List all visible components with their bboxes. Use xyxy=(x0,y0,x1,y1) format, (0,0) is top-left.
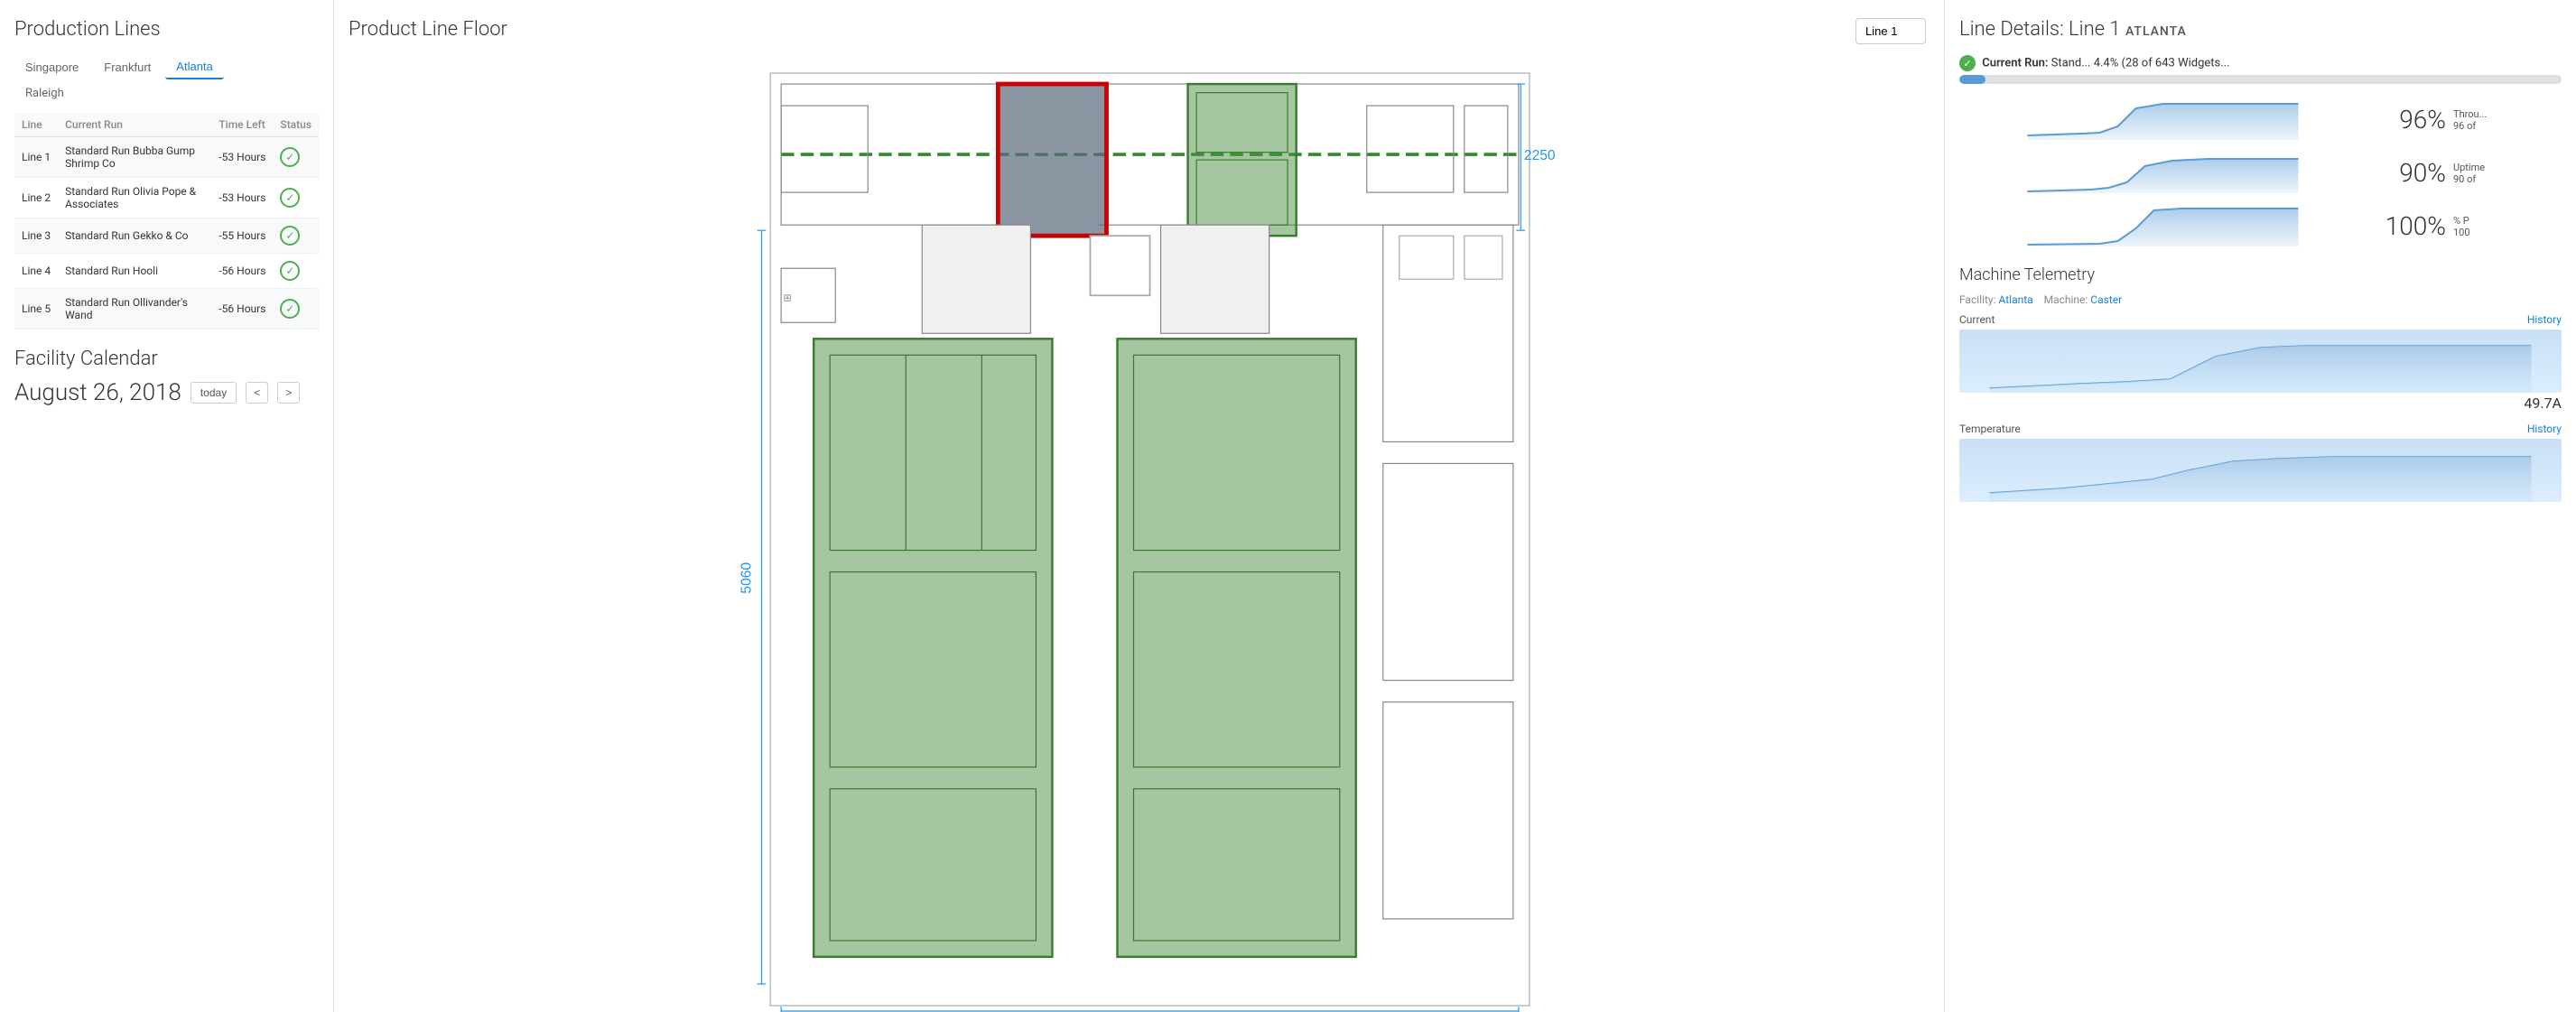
telemetry-current: Current History 49.7A xyxy=(1959,313,2562,412)
tab-frankfurt[interactable]: Frankfurt xyxy=(93,56,162,79)
facility-calendar-title: Facility Calendar xyxy=(14,348,319,370)
cell-line: Line 1 xyxy=(14,137,58,178)
cell-time: -53 Hours xyxy=(211,178,273,218)
current-run-section: ✓ Current Run: Stand... 4.4% (28 of 643 … xyxy=(1959,55,2562,84)
metric-throughput: 96% Throu... 96 of xyxy=(1959,95,2562,144)
cell-run: Standard Run Gekko & Co xyxy=(58,218,211,254)
metrics-section: 96% Throu... 96 of xyxy=(1959,95,2562,251)
telemetry-current-label: Current xyxy=(1959,313,1995,326)
table-row[interactable]: Line 4 Standard Run Hooli -56 Hours ✓ xyxy=(14,254,319,289)
status-check-icon: ✓ xyxy=(280,299,300,319)
status-check-icon: ✓ xyxy=(280,261,300,281)
cell-status: ✓ xyxy=(273,254,319,289)
tab-atlanta[interactable]: Atlanta xyxy=(165,55,223,79)
telemetry-temperature: Temperature History xyxy=(1959,422,2562,502)
temperature-chart-area xyxy=(1959,439,2562,502)
current-run-label: ✓ Current Run: Stand... 4.4% (28 of 643 … xyxy=(1959,55,2562,71)
tab-singapore[interactable]: Singapore xyxy=(14,56,89,79)
cell-time: -53 Hours xyxy=(211,137,273,178)
right-panel: Line Details: Line 1 ATLANTA ✓ Current R… xyxy=(1944,0,2576,1012)
production-lines-title: Production Lines xyxy=(14,18,319,41)
metric-uptime: 90% Uptime 90 of xyxy=(1959,148,2562,198)
telemetry-temp-label: Temperature xyxy=(1959,422,2021,435)
progress-bar-inner xyxy=(1959,75,1985,84)
svg-text:2250: 2250 xyxy=(1524,148,1556,163)
factory-floor-svg: 2250 5060 5420 xyxy=(349,51,1930,1012)
table-row[interactable]: Line 3 Standard Run Gekko & Co -55 Hours… xyxy=(14,218,319,254)
telemetry-subtitle: Facility: Atlanta Machine: Caster xyxy=(1959,293,2562,306)
cell-line: Line 3 xyxy=(14,218,58,254)
svg-text:5060: 5060 xyxy=(739,562,755,594)
uptime-value: 90% xyxy=(2374,158,2446,188)
percent-p-chart xyxy=(1959,201,2367,251)
cell-run: Standard Run Bubba Gump Shrimp Co xyxy=(58,137,211,178)
today-button[interactable]: today xyxy=(191,382,237,404)
tab-raleigh[interactable]: Raleigh xyxy=(14,83,319,104)
cell-line: Line 5 xyxy=(14,289,58,330)
cell-status: ✓ xyxy=(273,218,319,254)
machine-value[interactable]: Caster xyxy=(2090,293,2122,306)
cell-line: Line 2 xyxy=(14,178,58,218)
cell-time: -55 Hours xyxy=(211,218,273,254)
next-button[interactable]: > xyxy=(277,382,300,404)
table-row[interactable]: Line 2 Standard Run Olivia Pope & Associ… xyxy=(14,178,319,218)
cell-status: ✓ xyxy=(273,178,319,218)
current-run-value: Stand... 4.4% (28 of 643 Widgets... xyxy=(2051,57,2230,70)
details-title: Line Details: Line 1 ATLANTA xyxy=(1959,18,2562,41)
status-check-icon: ✓ xyxy=(280,226,300,246)
throughput-value: 96% xyxy=(2374,105,2446,135)
cell-run: Standard Run Olivia Pope & Associates xyxy=(58,178,211,218)
throughput-chart xyxy=(1959,95,2367,144)
machine-label: Machine: xyxy=(2044,293,2088,306)
percent-p-label: % P 100 xyxy=(2453,215,2562,238)
telemetry-title: Machine Telemetry xyxy=(1959,265,2562,284)
cell-run: Standard Run Hooli xyxy=(58,254,211,289)
throughput-label: Throu... 96 of xyxy=(2453,108,2562,132)
col-status: Status xyxy=(273,113,319,137)
cell-status: ✓ xyxy=(273,137,319,178)
col-current-run: Current Run xyxy=(58,113,211,137)
telemetry-temp-header: Temperature History xyxy=(1959,422,2562,435)
middle-panel: Product Line Floor Line 1 Line 2 Line 3 … xyxy=(334,0,1944,1012)
factory-floor: 2250 5060 5420 xyxy=(349,51,1930,1012)
svg-text:⊞: ⊞ xyxy=(784,292,792,303)
floor-title: Product Line Floor xyxy=(349,18,1930,41)
calendar-date-row: August 26, 2018 today < > xyxy=(14,379,319,406)
status-ok-icon: ✓ xyxy=(1959,55,1976,71)
cell-time: -56 Hours xyxy=(211,289,273,330)
calendar-date-text: August 26, 2018 xyxy=(14,379,181,406)
uptime-label: Uptime 90 of xyxy=(2453,162,2562,185)
table-row[interactable]: Line 1 Standard Run Bubba Gump Shrimp Co… xyxy=(14,137,319,178)
facility-value[interactable]: Atlanta xyxy=(1999,293,2033,306)
production-table: Line Current Run Time Left Status Line 1… xyxy=(14,113,319,330)
cell-status: ✓ xyxy=(273,289,319,330)
status-check-icon: ✓ xyxy=(280,188,300,208)
history-link-current[interactable]: History xyxy=(2527,313,2562,326)
progress-bar-outer xyxy=(1959,75,2562,84)
details-city: ATLANTA xyxy=(2125,24,2187,39)
cell-line: Line 4 xyxy=(14,254,58,289)
current-value: 49.7A xyxy=(1959,395,2562,412)
current-run-text: Current Run: xyxy=(1982,57,2048,70)
history-link-temperature[interactable]: History xyxy=(2527,422,2562,435)
col-line: Line xyxy=(14,113,58,137)
left-panel: Production Lines Singapore Frankfurt Atl… xyxy=(0,0,334,1012)
telemetry-current-header: Current History xyxy=(1959,313,2562,326)
metric-percent-p: 100% % P 100 xyxy=(1959,201,2562,251)
cell-run: Standard Run Ollivander's Wand xyxy=(58,289,211,330)
percent-p-value: 100% xyxy=(2374,211,2446,241)
location-tabs: Singapore Frankfurt Atlanta xyxy=(14,55,319,79)
details-title-main: Line Details: Line 1 xyxy=(1959,18,2125,41)
cell-time: -56 Hours xyxy=(211,254,273,289)
uptime-chart xyxy=(1959,148,2367,198)
status-check-icon: ✓ xyxy=(280,147,300,167)
table-row[interactable]: Line 5 Standard Run Ollivander's Wand -5… xyxy=(14,289,319,330)
facility-label: Facility: xyxy=(1959,293,1996,306)
col-time-left: Time Left xyxy=(211,113,273,137)
current-chart-area xyxy=(1959,330,2562,393)
prev-button[interactable]: < xyxy=(246,382,268,404)
line-selector[interactable]: Line 1 Line 2 Line 3 xyxy=(1855,18,1926,44)
